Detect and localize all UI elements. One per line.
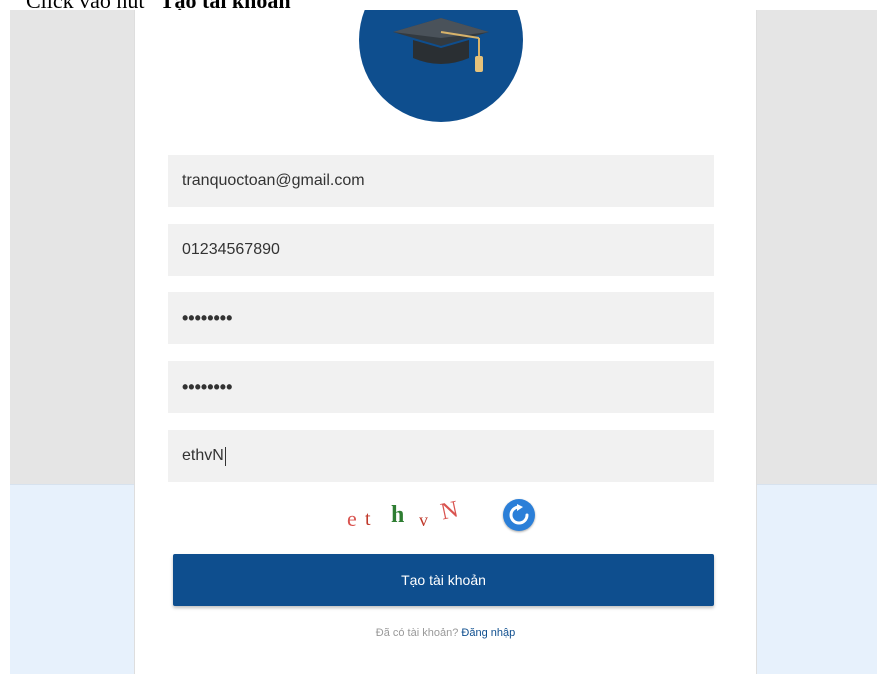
captcha-row: e t h v N <box>347 496 547 532</box>
captcha-char: v <box>419 510 428 530</box>
create-account-button[interactable]: Tạo tài khoản <box>173 554 714 606</box>
captcha-refresh-button[interactable] <box>503 499 535 531</box>
captcha-char: h <box>391 502 405 528</box>
password-field[interactable]: •••••••• <box>168 292 714 344</box>
text-caret <box>224 446 226 466</box>
graduation-cap-icon <box>393 18 489 72</box>
logo <box>359 10 523 122</box>
email-field[interactable]: tranquoctoan@gmail.com <box>168 155 714 207</box>
captcha-char: t <box>365 508 371 530</box>
captcha-image: e t h v N <box>347 496 487 532</box>
login-prompt: Đã có tài khoản? Đăng nhập <box>135 627 756 639</box>
captcha-input-value: ethvN <box>182 447 224 464</box>
phone-field[interactable]: 01234567890 <box>168 224 714 276</box>
captcha-char: N <box>438 496 461 526</box>
login-link[interactable]: Đăng nhập <box>461 627 515 639</box>
signup-panel: tranquoctoan@gmail.com 01234567890 •••••… <box>134 10 757 674</box>
captcha-input[interactable]: ethvN <box>168 430 714 482</box>
captcha-char: e <box>347 506 357 531</box>
login-question: Đã có tài khoản? <box>375 627 459 639</box>
signup-screen: tranquoctoan@gmail.com 01234567890 •••••… <box>10 10 877 674</box>
refresh-icon <box>509 504 529 525</box>
confirm-password-field[interactable]: •••••••• <box>168 361 714 413</box>
